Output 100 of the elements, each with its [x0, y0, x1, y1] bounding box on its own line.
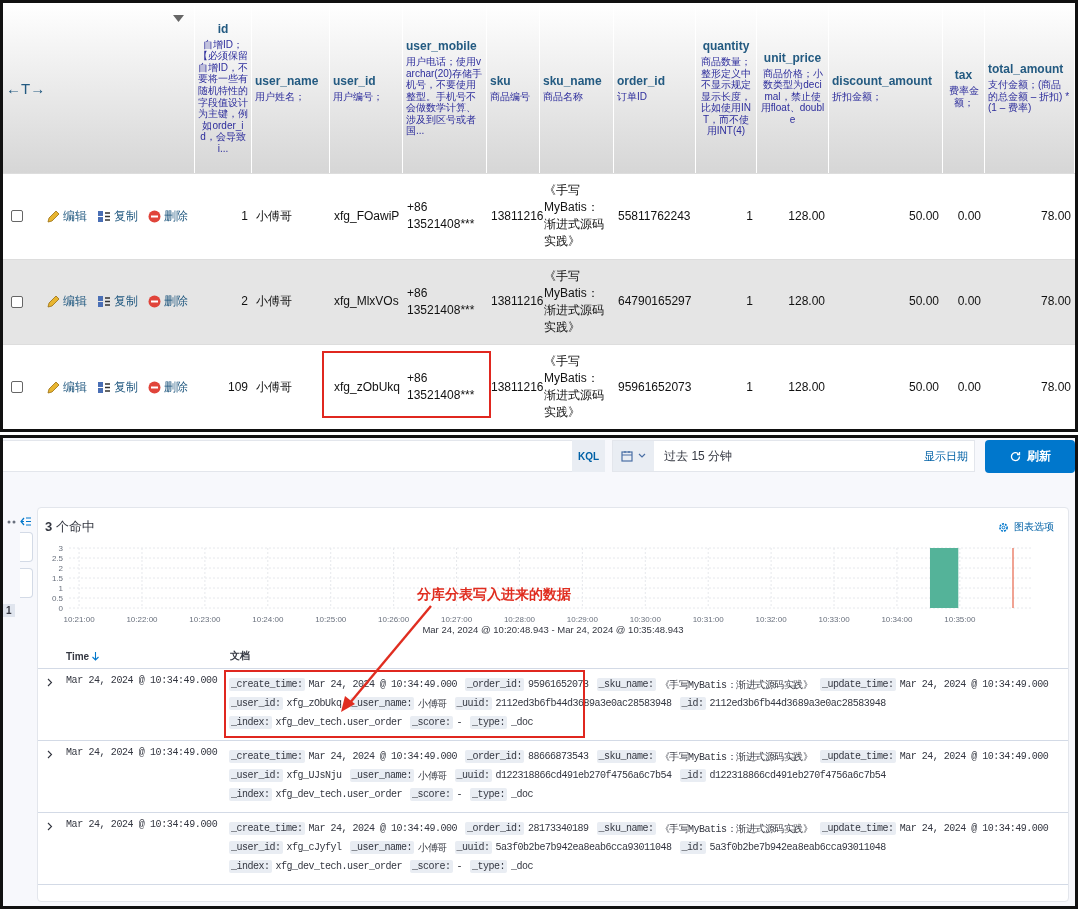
time-column-header[interactable]: Time: [66, 649, 230, 663]
table-cell: 50.00: [908, 207, 939, 225]
field-name-tag: _user_name:: [349, 769, 415, 782]
column-name[interactable]: total_amount: [988, 62, 1071, 77]
x-tick-label: 10:32:00: [755, 615, 787, 624]
column-name[interactable]: user_id: [333, 73, 399, 88]
sidebar-field[interactable]: [20, 568, 33, 598]
table-cell: 13811216: [491, 207, 544, 225]
x-tick-label: 10:29:00: [566, 615, 598, 624]
field-value: d122318866cd491eb270f4756a6c7b54: [709, 770, 886, 781]
row-checkbox[interactable]: [11, 381, 23, 394]
field-name-tag: _user_name:: [349, 697, 415, 710]
sort-triangle-icon[interactable]: [173, 15, 184, 22]
column-comment: 支付金额；(商品的总金额 – 折扣) * (1 – 费率): [988, 79, 1071, 114]
row-checkbox[interactable]: [11, 295, 23, 308]
y-tick-label: 2: [58, 564, 63, 573]
y-tick-label: 0: [58, 604, 63, 613]
annotation-text: 分库分表写入进来的数据: [417, 586, 571, 604]
x-tick-label: 10:25:00: [315, 615, 347, 624]
copy-link[interactable]: 复制: [97, 293, 138, 311]
column-name[interactable]: user_mobile: [406, 38, 483, 53]
column-name[interactable]: id: [198, 21, 248, 36]
table-cell-text: 《手写MyBatis：渐进式源码实践》: [544, 267, 605, 336]
time-range-text: 过去 15 分钟: [664, 447, 734, 465]
delete-link[interactable]: 删除: [148, 378, 188, 396]
expand-chevron-icon[interactable]: [47, 678, 53, 687]
column-name[interactable]: sku: [490, 73, 536, 88]
delete-link[interactable]: 删除: [148, 293, 188, 311]
field-name-tag: _order_id:: [465, 750, 525, 763]
column-name[interactable]: user_name: [255, 73, 326, 88]
table-cell: 50.00: [908, 378, 939, 396]
field-value: 2112ed3b6fb44d3689a3e0ac28583948: [709, 698, 886, 709]
query-field[interactable]: [3, 440, 575, 472]
refresh-button[interactable]: 刷新: [985, 439, 1075, 473]
edit-link[interactable]: 编辑: [47, 293, 87, 311]
column-name[interactable]: quantity: [699, 38, 753, 53]
options-dots-icon[interactable]: [7, 519, 16, 524]
copy-icon: [97, 380, 111, 394]
table-cell: 78.00: [1040, 378, 1071, 396]
y-tick-label: 0.5: [51, 594, 63, 603]
delete-icon: [148, 295, 161, 309]
column-comment: 商品价格；小数类型为decimal，禁止使用float、double: [760, 67, 825, 126]
column-name[interactable]: sku_name: [543, 73, 610, 88]
field-name-tag: _update_time:: [820, 822, 896, 835]
sort-down-arrow-icon[interactable]: [92, 651, 100, 661]
column-name[interactable]: unit_price: [760, 50, 825, 65]
edit-link[interactable]: 编辑: [47, 378, 87, 396]
field-value: 88666873543: [528, 751, 589, 762]
table-cell: 64790165297: [618, 293, 692, 311]
table-cell: 13811216: [491, 293, 544, 311]
field-value: xfg_zObUkq: [286, 698, 342, 709]
field-name-tag: _update_time:: [820, 750, 896, 763]
column-comment: 用户姓名；: [255, 90, 306, 103]
column-name[interactable]: tax: [946, 67, 981, 82]
copy-link[interactable]: 复制: [97, 207, 138, 225]
table-cell: 0.00: [957, 207, 981, 225]
column-comment: 用户电话；使用varchar(20)存储手机号，不要使用整型。手机号不会做数学计算、涉及到区号或者国...: [406, 55, 483, 138]
table-cell: 小傅哥: [256, 378, 292, 396]
field-value: Mar 24, 2024 @ 10:34:49.000: [899, 823, 1049, 834]
column-name[interactable]: discount_amount: [832, 73, 939, 88]
column-name[interactable]: order_id: [617, 73, 692, 88]
table-cell: xfg_MlxVOs: [334, 293, 399, 311]
column-comment: 用户编号；: [333, 90, 384, 103]
copy-link[interactable]: 复制: [97, 378, 138, 396]
date-picker[interactable]: 过去 15 分钟 显示日期: [612, 440, 975, 472]
document-time: Mar 24, 2024 @ 10:34:49.000: [66, 819, 219, 830]
field-value: _doc: [511, 789, 534, 800]
table-cell: 50.00: [908, 293, 939, 311]
y-tick-label: 2.5: [51, 554, 63, 563]
show-dates-link[interactable]: 显示日期: [924, 448, 968, 464]
field-name-tag: _uuid:: [454, 697, 492, 710]
delete-icon: [148, 380, 161, 394]
sidebar-field[interactable]: [20, 532, 33, 562]
edit-link[interactable]: 编辑: [47, 207, 87, 225]
column-resize-label[interactable]: ←T→: [6, 79, 191, 97]
expand-chevron-icon[interactable]: [47, 750, 53, 759]
table-cell: 13811216: [491, 378, 544, 396]
table-cell: 1: [746, 207, 753, 225]
quick-select-button[interactable]: [613, 441, 655, 471]
table-cell: 78.00: [1040, 207, 1071, 225]
chart-options-link[interactable]: 图表选项: [998, 520, 1054, 534]
table-cell: 1: [241, 207, 248, 225]
field-name-tag: _order_id:: [465, 822, 525, 835]
field-value: 5a3f0b2be7b942ea8eab6cca93011048: [495, 842, 672, 853]
expand-chevron-icon[interactable]: [47, 822, 53, 831]
field-value: d122318866cd491eb270f4756a6c7b54: [495, 770, 672, 781]
field-value: xfg_dev_tech.user_order: [275, 789, 403, 800]
field-name-tag: _type:: [470, 788, 508, 801]
row-checkbox[interactable]: [11, 210, 23, 223]
field-name-tag: _user_id:: [229, 697, 283, 710]
field-name-tag: _create_time:: [229, 750, 305, 763]
query-language-button[interactable]: KQL: [571, 440, 606, 472]
field-name-tag: _score:: [410, 716, 453, 729]
collapse-icon[interactable]: [20, 517, 31, 526]
field-value: 小傅哥: [418, 769, 447, 783]
delete-link[interactable]: 删除: [148, 207, 188, 225]
field-value: _doc: [511, 717, 534, 728]
document-time: Mar 24, 2024 @ 10:34:49.000: [66, 747, 219, 758]
column-comment: 订单ID: [617, 90, 648, 103]
hits-count: 3 个命中: [45, 518, 95, 536]
